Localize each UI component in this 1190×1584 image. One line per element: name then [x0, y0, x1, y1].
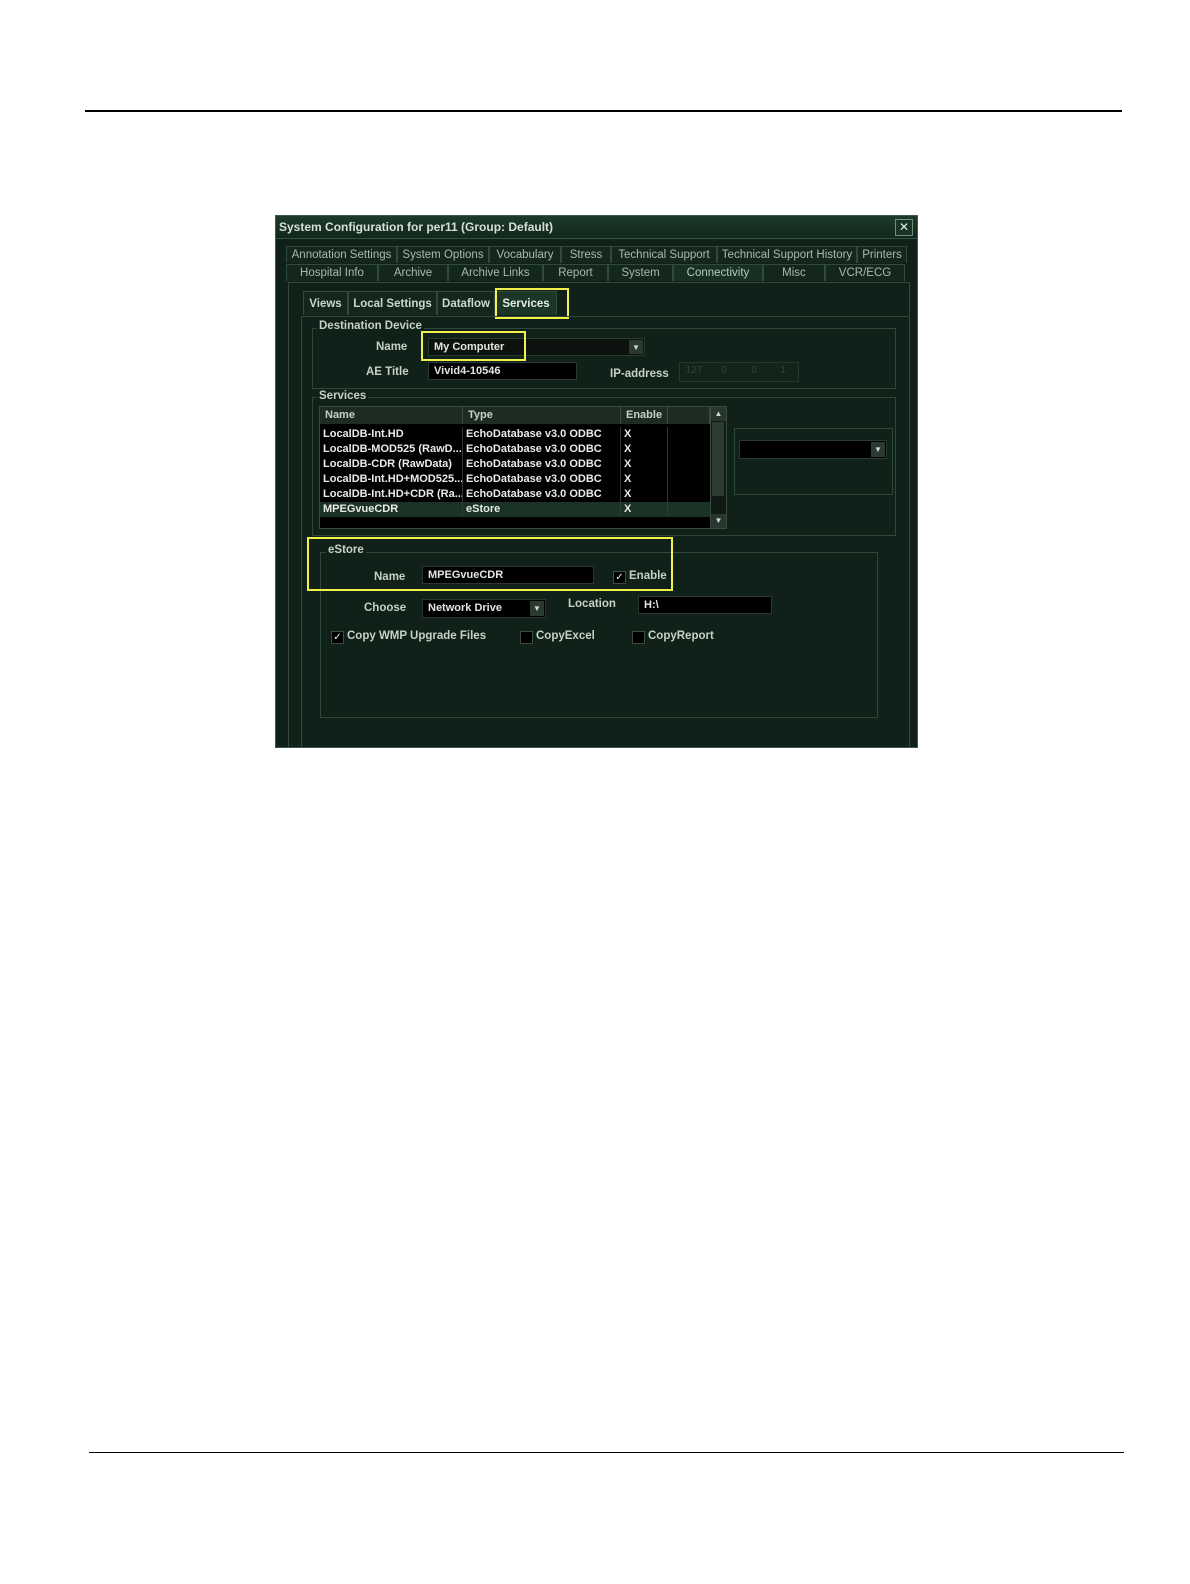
destination-name-highlight: [421, 331, 526, 361]
cell-type: EchoDatabase v3.0 ODBC: [463, 442, 621, 457]
location-label: Location: [568, 598, 616, 610]
copy-excel-checkbox[interactable]: [520, 631, 533, 644]
table-row[interactable]: LocalDB-Int.HD+CDR (Ra... EchoDatabase v…: [320, 487, 710, 502]
services-table-header: Name Type Enable: [320, 407, 710, 424]
table-row[interactable]: LocalDB-Int.HD EchoDatabase v3.0 ODBC X: [320, 427, 710, 442]
tab-printers[interactable]: Printers: [857, 246, 907, 263]
footer-rule: [89, 1452, 1124, 1453]
ip-segment-3: 0: [751, 365, 757, 376]
tab-system[interactable]: System: [608, 264, 673, 281]
table-row[interactable]: LocalDB-Int.HD+MOD525... EchoDatabase v3…: [320, 472, 710, 487]
cell-name: LocalDB-Int.HD+MOD525...: [320, 472, 463, 487]
tab-annotation-settings[interactable]: Annotation Settings: [286, 246, 397, 263]
ip-address-input[interactable]: 127 0 0 1: [679, 362, 799, 382]
cell-enable: X: [621, 472, 668, 487]
cell-enable: X: [621, 427, 668, 442]
system-configuration-window: System Configuration for per11 (Group: D…: [275, 215, 918, 748]
scroll-thumb[interactable]: [712, 422, 724, 496]
service-type-dropdown[interactable]: ▼: [739, 440, 887, 459]
ip-segment-1: 127: [685, 365, 703, 376]
tab-row-1: Annotation Settings System Options Vocab…: [286, 246, 907, 264]
subtab-local-settings[interactable]: Local Settings: [348, 291, 437, 315]
tab-vocabulary[interactable]: Vocabulary: [489, 246, 561, 263]
dropdown-arrow-icon[interactable]: ▼: [629, 340, 643, 354]
location-input[interactable]: H:\: [638, 596, 772, 614]
column-header-name[interactable]: Name: [320, 407, 463, 424]
ip-segment-4: 1: [780, 365, 786, 376]
ip-segment-2: 0: [721, 365, 727, 376]
cell-type: EchoDatabase v3.0 ODBC: [463, 487, 621, 502]
subtab-views[interactable]: Views: [303, 291, 348, 315]
subtab-dataflow[interactable]: Dataflow: [437, 291, 495, 315]
cell-type: eStore: [463, 502, 621, 517]
tab-row-2: Hospital Info Archive Archive Links Repo…: [286, 264, 905, 282]
tab-connectivity[interactable]: Connectivity: [673, 264, 763, 281]
copy-report-label: CopyReport: [648, 630, 714, 642]
tab-technical-support-history[interactable]: Technical Support History: [717, 246, 857, 263]
services-table: Name Type Enable LocalDB-Int.HD EchoData…: [319, 406, 727, 529]
scroll-down-icon[interactable]: ▼: [711, 514, 726, 528]
tab-misc[interactable]: Misc: [763, 264, 825, 281]
cell-type: EchoDatabase v3.0 ODBC: [463, 427, 621, 442]
scroll-up-icon[interactable]: ▲: [711, 407, 726, 421]
header-rule: [85, 110, 1122, 112]
ae-title-input[interactable]: Vivid4-10546: [428, 362, 577, 380]
services-tab-highlight: [495, 288, 569, 319]
cell-enable: X: [621, 442, 668, 457]
cell-name: LocalDB-Int.HD: [320, 427, 463, 442]
cell-name: LocalDB-MOD525 (RawD...: [320, 442, 463, 457]
service-type-box: [734, 428, 893, 495]
dropdown-arrow-icon[interactable]: ▼: [871, 442, 885, 457]
copy-excel-label: CopyExcel: [536, 630, 595, 642]
services-group-label: Services: [317, 390, 369, 402]
tab-system-options[interactable]: System Options: [397, 246, 489, 263]
cell-type: EchoDatabase v3.0 ODBC: [463, 457, 621, 472]
tab-archive[interactable]: Archive: [378, 264, 448, 281]
table-row[interactable]: LocalDB-CDR (RawData) EchoDatabase v3.0 …: [320, 457, 710, 472]
copy-report-checkbox[interactable]: [632, 631, 645, 644]
tab-archive-links[interactable]: Archive Links: [448, 264, 543, 281]
column-header-enable[interactable]: Enable: [621, 407, 668, 424]
cell-type: EchoDatabase v3.0 ODBC: [463, 472, 621, 487]
ip-address-label: IP-address: [610, 368, 669, 380]
cell-name: MPEGvueCDR: [320, 502, 463, 517]
choose-dropdown[interactable]: Network Drive ▼: [422, 599, 546, 618]
tab-hospital-info[interactable]: Hospital Info: [286, 264, 378, 281]
window-title: System Configuration for per11 (Group: D…: [279, 220, 554, 234]
tab-stress[interactable]: Stress: [561, 246, 611, 263]
choose-label: Choose: [364, 602, 407, 614]
tab-technical-support[interactable]: Technical Support: [611, 246, 717, 263]
tab-report[interactable]: Report: [543, 264, 608, 281]
cell-name: LocalDB-CDR (RawData): [320, 457, 463, 472]
dropdown-arrow-icon[interactable]: ▼: [530, 601, 544, 616]
copy-wmp-checkbox[interactable]: ✓: [331, 631, 344, 644]
estore-highlight: [307, 537, 673, 591]
cell-name: LocalDB-Int.HD+CDR (Ra...: [320, 487, 463, 502]
choose-value: Network Drive: [428, 602, 502, 614]
destination-name-label: Name: [376, 341, 408, 353]
close-button[interactable]: ✕: [895, 219, 913, 236]
ae-title-label: AE Title: [366, 366, 409, 378]
table-row-selected[interactable]: MPEGvueCDR eStore X: [320, 502, 710, 517]
cell-enable: X: [621, 487, 668, 502]
cell-enable: X: [621, 457, 668, 472]
table-row[interactable]: LocalDB-MOD525 (RawD... EchoDatabase v3.…: [320, 442, 710, 457]
column-header-type[interactable]: Type: [463, 407, 621, 424]
copy-wmp-label: Copy WMP Upgrade Files: [347, 630, 487, 642]
table-scrollbar[interactable]: ▲ ▼: [710, 407, 726, 528]
column-header-blank: [668, 407, 710, 424]
title-bar[interactable]: System Configuration for per11 (Group: D…: [276, 216, 917, 239]
cell-enable: X: [621, 502, 668, 517]
destination-device-label: Destination Device: [317, 320, 424, 332]
tab-vcr-ecg[interactable]: VCR/ECG: [825, 264, 905, 281]
